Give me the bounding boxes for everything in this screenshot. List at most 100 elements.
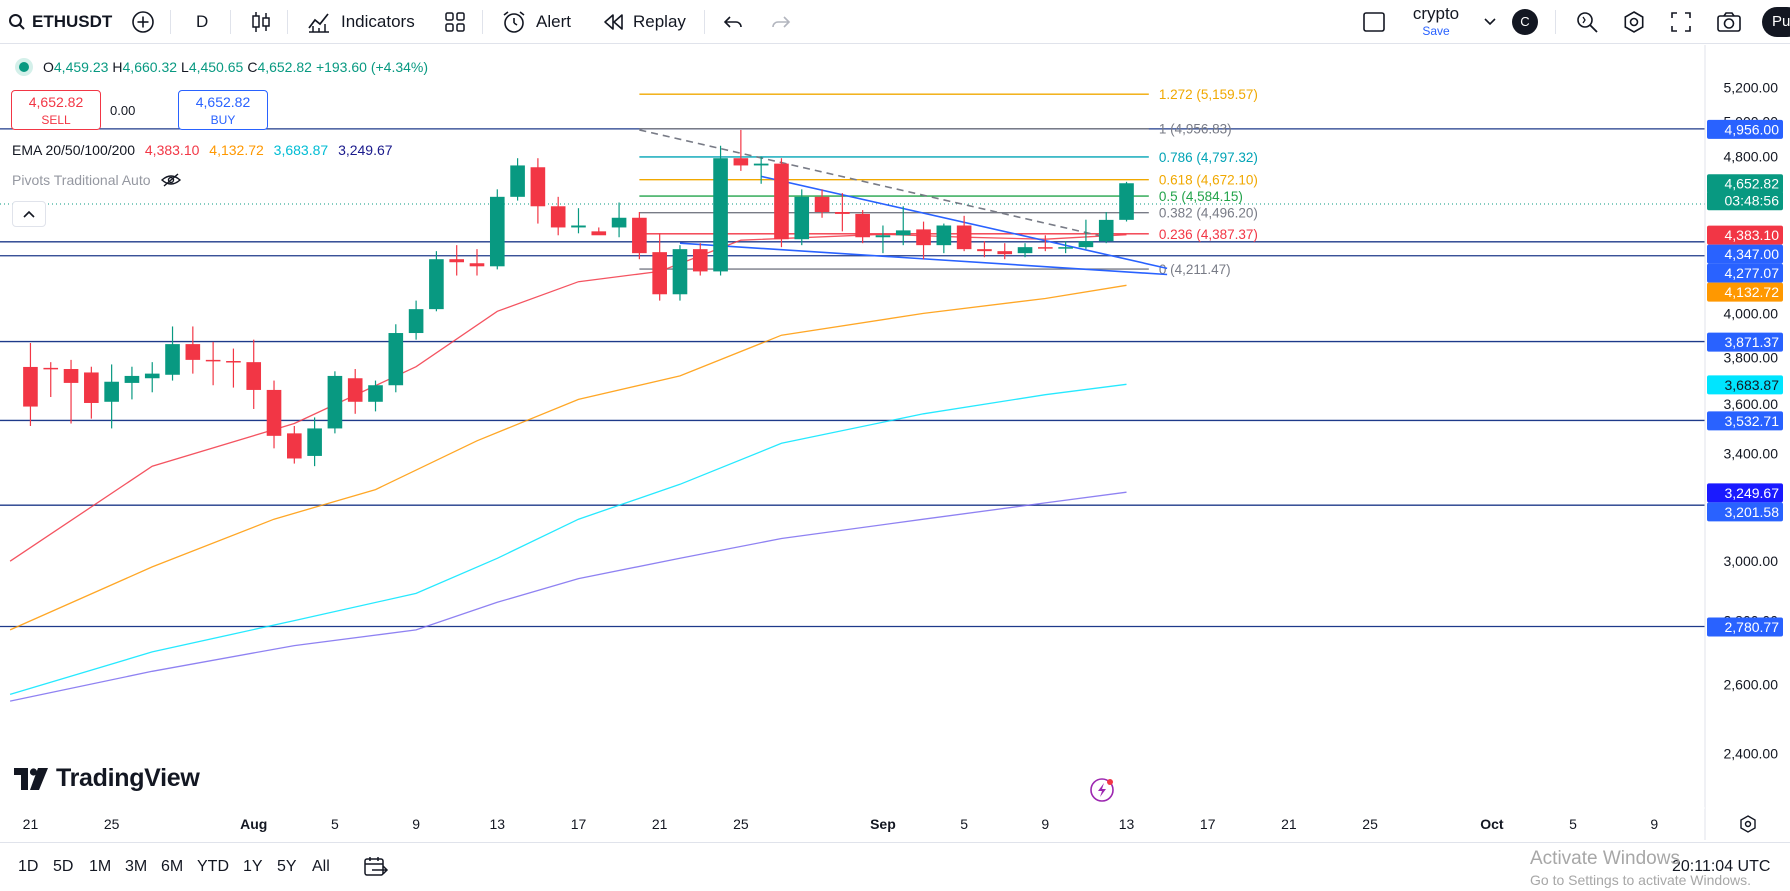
range-button-3m[interactable]: 3M [125, 843, 147, 891]
range-button-1m[interactable]: 1M [89, 843, 111, 891]
eye-hidden-icon[interactable] [160, 172, 182, 188]
price-marker: 03:48:56 [1707, 191, 1783, 211]
fullscreen-layout-button[interactable] [1362, 0, 1386, 44]
close-value: 4,652.82 [257, 59, 312, 75]
quick-search-button[interactable] [1574, 0, 1600, 44]
candle-body [43, 367, 59, 370]
range-button-6m[interactable]: 6M [161, 843, 183, 891]
alarm-clock-icon [503, 11, 525, 33]
candle-body [165, 344, 180, 375]
price-marker-label: 4,132.72 [1725, 284, 1780, 300]
ema-100-value: 3,683.87 [273, 142, 329, 158]
search-icon [9, 14, 25, 30]
toolbar-divider [230, 10, 231, 34]
candle-body [550, 206, 566, 228]
price-marker-label: 3,871.37 [1725, 334, 1780, 350]
price-marker: 4,383.10 [1707, 225, 1783, 245]
candle-body [875, 235, 891, 238]
candle-body [84, 372, 99, 403]
time-tick-label: 17 [571, 816, 587, 832]
candle-body [124, 375, 140, 383]
collapse-legend-button[interactable] [12, 201, 46, 227]
fib-level-label: 0.618 (4,672.10) [1159, 173, 1258, 188]
user-avatar[interactable]: C [1512, 0, 1538, 44]
buy-button[interactable]: 4,652.82 BUY [178, 90, 268, 130]
undo-button[interactable] [722, 0, 744, 44]
buy-price: 4,652.82 [195, 94, 251, 110]
symbol-search-button[interactable]: ETHUSDT [8, 0, 112, 44]
candle-body [287, 433, 302, 459]
fib-level-label: 1.272 (5,159.57) [1159, 87, 1258, 102]
fib-level-label: 0.382 (4,496.20) [1159, 206, 1258, 221]
lightning-icon[interactable] [1090, 778, 1114, 802]
grid-icon [445, 12, 465, 32]
price-marker: 4,652.82 [1707, 174, 1783, 194]
candle-body [1119, 183, 1134, 220]
alert-button[interactable]: Alert [501, 0, 571, 44]
replay-button[interactable]: Replay [603, 0, 686, 44]
candle-body [713, 158, 728, 272]
chevron-down-icon [1484, 18, 1496, 26]
range-button-1y[interactable]: 1Y [243, 843, 263, 891]
candle-body [591, 231, 607, 236]
settings-button[interactable] [1622, 0, 1646, 44]
fib-level-label: 0.236 (4,387.37) [1159, 227, 1258, 242]
time-tick-label: 21 [1281, 816, 1297, 832]
range-button-5y[interactable]: 5Y [277, 843, 297, 891]
layout-menu-button[interactable] [1483, 0, 1497, 44]
time-tick-label: 13 [1119, 816, 1135, 832]
price-chart[interactable]: 1.272 (5,159.57) 1 (4,956.83) 0.786 (4,797… [0, 45, 1790, 840]
candle-body [753, 163, 769, 166]
candle-body [347, 378, 363, 402]
range-button-1d[interactable]: 1D [18, 843, 38, 891]
candle-body [1017, 247, 1033, 254]
range-button-5d[interactable]: 5D [53, 843, 73, 891]
ema-50-value: 4,132.72 [209, 142, 264, 158]
range-button-all[interactable]: All [312, 843, 330, 891]
price-marker-label: 3,532.71 [1725, 413, 1780, 429]
candle [774, 158, 789, 248]
price-tick-label: 3,600.00 [1724, 396, 1779, 412]
compare-symbol-button[interactable] [131, 0, 155, 44]
price-marker: 3,249.67 [1707, 483, 1783, 503]
layout-save-button[interactable]: crypto Save [1406, 3, 1466, 37]
fib-level-label: 0.5 (4,584.15) [1159, 189, 1243, 204]
candle [672, 245, 688, 301]
price-marker-label: 4,652.82 [1725, 176, 1780, 192]
interval-button[interactable]: D [196, 0, 208, 44]
calendar-arrow-icon [364, 857, 389, 876]
publish-button[interactable]: Pu [1762, 7, 1790, 37]
templates-button[interactable] [444, 0, 466, 44]
high-label: H [112, 59, 123, 75]
date-range-button[interactable] [363, 856, 389, 883]
fullscreen-button[interactable] [1670, 0, 1692, 44]
candle-body [733, 158, 749, 166]
legend: O 4,459.23 H 4,660.32 L 4,450.65 C 4,652.82 … [10, 56, 432, 78]
ema-legend[interactable]: EMA 20/50/100/200 4,383.10 4,132.72 3,68… [12, 142, 393, 158]
chart-type-button[interactable] [250, 0, 272, 44]
candle [713, 145, 728, 276]
candle-body [571, 225, 586, 228]
indicators-button[interactable]: Indicators [307, 0, 415, 44]
candle-body [672, 249, 688, 295]
chart-background [0, 45, 1790, 840]
redo-button[interactable] [770, 0, 792, 44]
chevron-up-icon [23, 210, 35, 218]
toolbar-divider [170, 10, 171, 34]
layout-save-label: Save [1422, 24, 1450, 38]
snapshot-button[interactable] [1716, 0, 1742, 44]
add-circle-icon [132, 11, 154, 33]
candle-body [144, 373, 160, 379]
pivots-legend[interactable]: Pivots Traditional Auto [12, 172, 182, 188]
fib-level-label: 0 (4,211.47) [1159, 262, 1231, 277]
range-button-ytd[interactable]: YTD [197, 843, 229, 891]
sell-button[interactable]: 4,652.82 SELL [11, 90, 101, 130]
low-label: L [181, 59, 189, 75]
buy-label: BUY [210, 113, 236, 127]
candle-body [611, 217, 627, 228]
price-marker-label: 03:48:56 [1725, 193, 1780, 209]
time-tick-label: 25 [733, 816, 749, 832]
price-marker-label: 3,201.58 [1725, 504, 1780, 520]
candle-body [652, 252, 667, 295]
time-tick-label: 21 [652, 816, 668, 832]
